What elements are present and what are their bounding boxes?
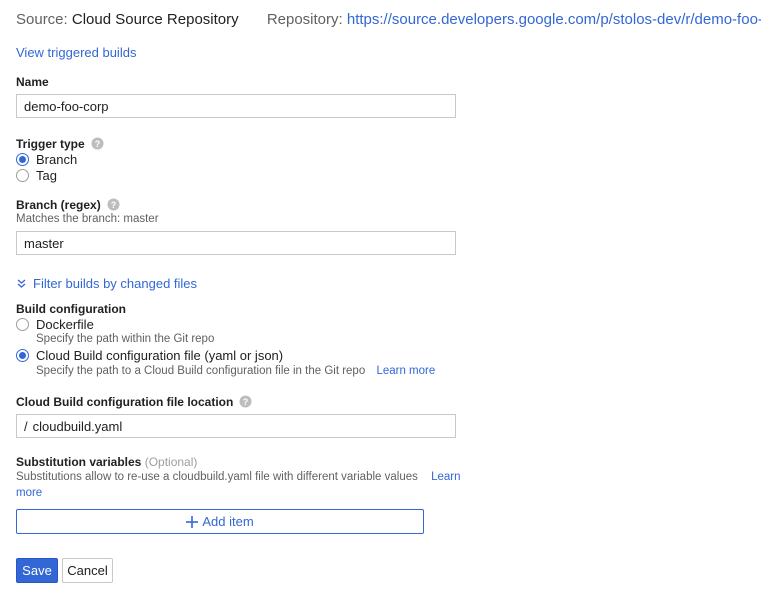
learn-more-link[interactable]: Learn more — [376, 365, 435, 377]
branch-option-label: Branch — [36, 152, 78, 167]
help-icon[interactable]: ? — [239, 395, 252, 408]
radio-tag[interactable] — [16, 169, 29, 182]
substitution-description: Substitutions allow to re-use a cloudbui… — [16, 471, 418, 483]
svg-text:?: ? — [110, 200, 116, 210]
build-cloudbuild-option[interactable]: Cloud Build configuration file (yaml or … — [16, 348, 283, 363]
radio-cloudbuild[interactable] — [16, 349, 29, 362]
add-item-label: Add item — [202, 514, 254, 529]
build-config-label: Build configuration — [16, 302, 126, 316]
config-location-text: Cloud Build configuration file location — [16, 395, 234, 409]
cloudbuild-option-label: Cloud Build configuration file (yaml or … — [36, 348, 284, 363]
substitution-description-row: Substitutions allow to re-use a cloudbui… — [16, 471, 461, 483]
source-label: Source: — [16, 11, 72, 28]
optional-tag: (Optional) — [144, 455, 198, 469]
source-value: Cloud Source Repository — [71, 11, 239, 28]
cloudbuild-hint: Specify the path to a Cloud Build config… — [36, 365, 366, 377]
cloudbuild-hint-row: Specify the path to a Cloud Build config… — [36, 365, 435, 377]
tag-option-label: Tag — [36, 168, 57, 183]
dockerfile-hint: Specify the path within the Git repo — [36, 333, 215, 345]
svg-text:?: ? — [94, 139, 100, 149]
branch-hint: Matches the branch: master — [16, 213, 159, 225]
help-icon[interactable]: ? — [91, 137, 104, 150]
branch-regex-label: Branch (regex)? — [16, 198, 120, 212]
substitution-learn-link[interactable]: Learn — [431, 471, 460, 483]
plus-icon — [186, 515, 199, 528]
filter-builds-label: Filter builds by changed files — [33, 276, 198, 291]
help-icon[interactable]: ? — [107, 198, 120, 211]
filter-builds-toggle[interactable]: Filter builds by changed files — [16, 276, 197, 291]
dockerfile-label: Dockerfile — [36, 317, 94, 332]
substitution-label: Substitution variables (Optional) — [16, 455, 197, 469]
svg-text:?: ? — [243, 397, 249, 407]
save-button[interactable]: Save — [16, 558, 58, 583]
name-label: Name — [16, 75, 49, 89]
double-chevron-down-icon — [17, 279, 26, 288]
path-prefix: / — [24, 418, 28, 434]
config-location-input[interactable]: / cloudbuild.yaml — [16, 414, 456, 438]
config-location-value: cloudbuild.yaml — [32, 418, 123, 434]
trigger-tag-option[interactable]: Tag — [16, 168, 57, 183]
branch-value: master — [24, 235, 64, 251]
trigger-type-text: Trigger type — [16, 137, 85, 151]
repository-link[interactable]: https://source.developers.google.com/p/s… — [347, 11, 761, 28]
repository-label: Repository: — [266, 11, 347, 28]
name-value: demo-foo-corp — [24, 98, 109, 114]
radio-dockerfile[interactable] — [16, 318, 29, 331]
add-item-button[interactable]: Add item — [16, 509, 424, 534]
view-triggered-builds-link[interactable]: View triggered builds — [16, 45, 136, 60]
build-dockerfile-option[interactable]: Dockerfile — [16, 317, 94, 332]
trigger-branch-option[interactable]: Branch — [16, 152, 77, 167]
substitution-text: Substitution variables — [16, 455, 142, 469]
radio-branch[interactable] — [16, 153, 29, 166]
config-location-label: Cloud Build configuration file location? — [16, 395, 252, 409]
branch-input[interactable]: master — [16, 231, 456, 255]
cancel-button[interactable]: Cancel — [62, 558, 113, 583]
trigger-type-label: Trigger type? — [16, 137, 104, 151]
name-input[interactable]: demo-foo-corp — [16, 94, 456, 118]
branch-regex-text: Branch (regex) — [16, 198, 101, 212]
source-header: Source: Cloud Source Repository Reposito… — [16, 11, 761, 28]
substitution-more-link[interactable]: more — [16, 487, 42, 499]
